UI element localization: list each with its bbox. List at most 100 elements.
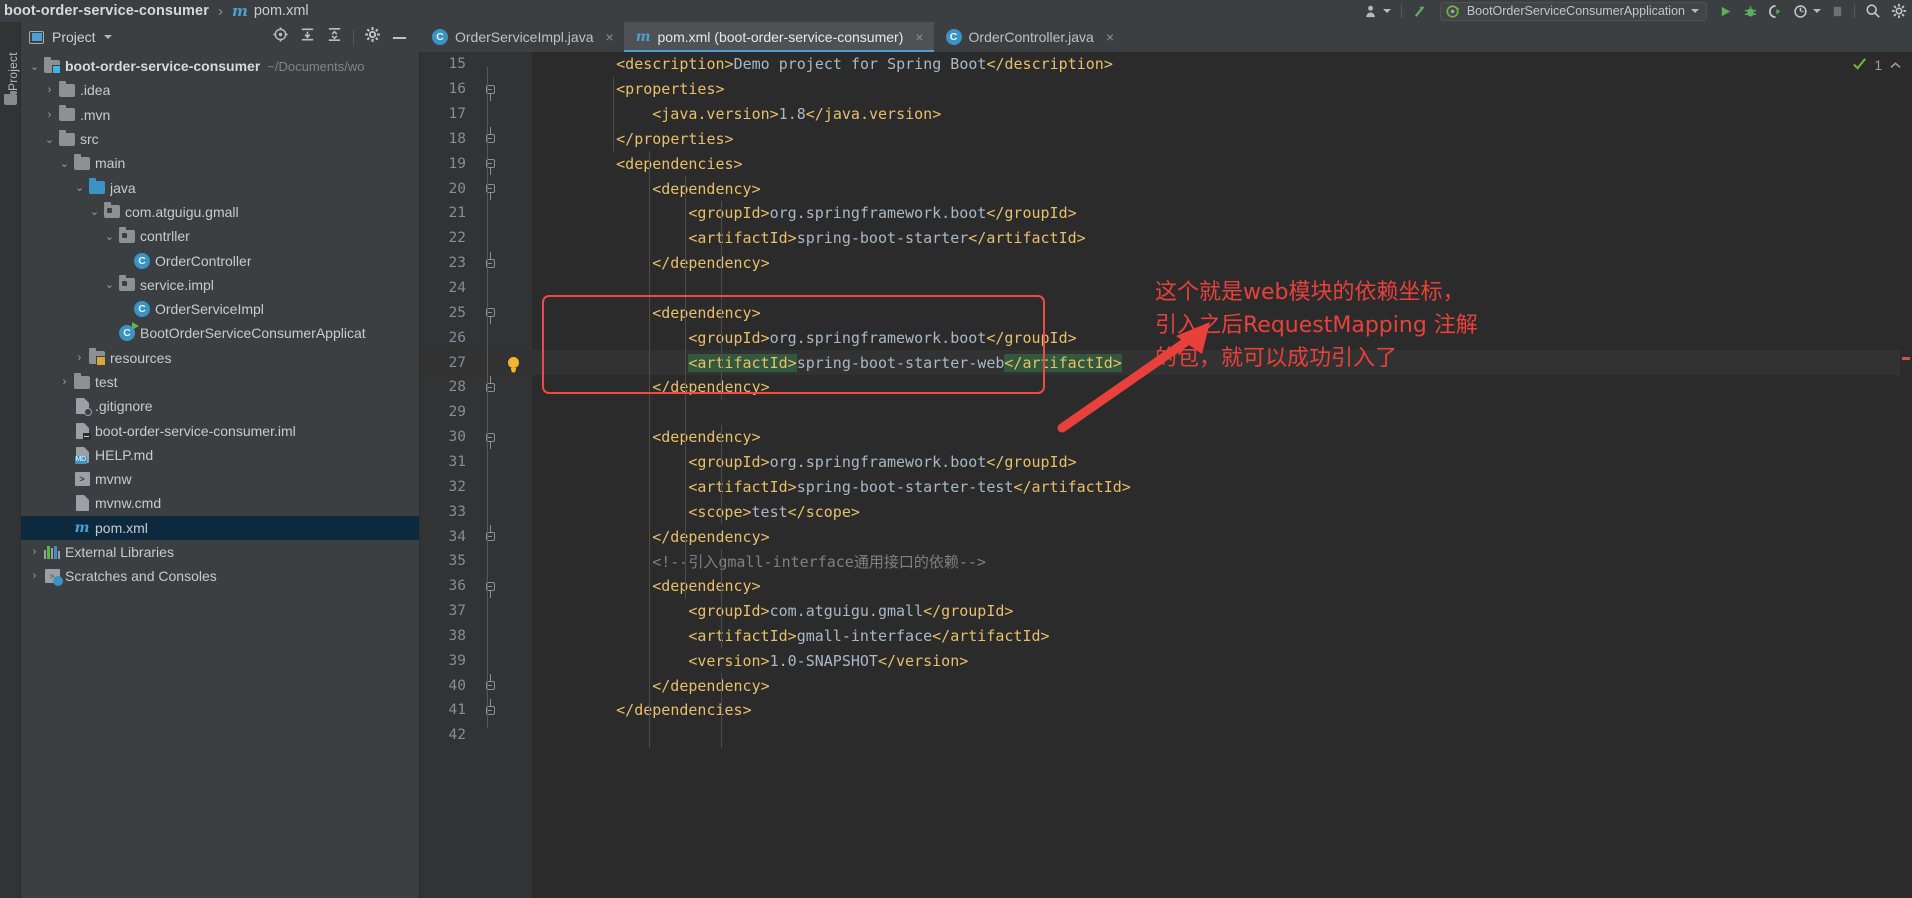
chevron-down-icon[interactable]: ⌄	[72, 181, 87, 194]
chevron-down-icon[interactable]	[1382, 9, 1391, 13]
structure-icon[interactable]	[4, 91, 17, 105]
tree-item-extlibs[interactable]: › External Libraries	[21, 540, 419, 564]
editor-tab-tab3[interactable]: C OrderController.java ×	[934, 22, 1124, 52]
code-fold-toggle[interactable]	[482, 698, 498, 723]
code-line[interactable]: <groupId> org.springframework.boot </group…	[688, 201, 1076, 226]
close-icon[interactable]: ×	[1106, 29, 1114, 45]
chevron-right-icon[interactable]: ›	[42, 109, 57, 121]
debug-bug-icon[interactable]	[1738, 0, 1763, 22]
code-fold-toggle[interactable]	[482, 151, 498, 176]
error-stripe-mark[interactable]	[1902, 357, 1910, 360]
code-fold-toggle[interactable]	[482, 425, 498, 450]
code-line[interactable]: <scope> test </scope>	[688, 499, 860, 524]
tree-item-scratches[interactable]: › > Scratches and Consoles	[21, 564, 419, 588]
code-line[interactable]: <artifactId> spring-boot-starter </artifac…	[688, 226, 1085, 251]
close-icon[interactable]: ×	[915, 29, 923, 45]
code-line[interactable]: <version> 1.0-SNAPSHOT </version>	[688, 648, 968, 673]
code-line[interactable]: <artifactId> spring-boot-starter-test </ar…	[688, 474, 1131, 499]
code-line[interactable]: <groupId> org.springframework.boot </group…	[688, 450, 1076, 475]
stop-icon[interactable]	[1826, 0, 1849, 22]
tree-item-resources[interactable]: › resources	[21, 346, 419, 370]
code-fold-toggle[interactable]	[482, 301, 498, 326]
tree-item-mvn[interactable]: › .mvn	[21, 103, 419, 127]
code-line[interactable]: <groupId> org.springframework.boot </group…	[688, 325, 1076, 350]
chevron-down-icon[interactable]: ⌄	[102, 230, 117, 243]
code-line[interactable]: </dependency>	[652, 524, 769, 549]
tree-item-pomxml[interactable]: m pom.xml	[21, 515, 419, 540]
chevron-down-icon[interactable]	[1691, 9, 1699, 13]
chevron-down-icon[interactable]: ⌄	[87, 205, 102, 218]
intention-bulb-icon[interactable]	[504, 350, 522, 375]
code-fold-toggle[interactable]	[482, 176, 498, 201]
tool-window-button-project[interactable]: Project	[6, 39, 20, 91]
editor-error-stripe[interactable]	[1900, 52, 1912, 898]
tree-item-iml[interactable]: boot-order-service-consumer.iml	[21, 418, 419, 442]
run-with-coverage-icon[interactable]	[1763, 0, 1788, 22]
tree-item-java[interactable]: ⌄ java	[21, 175, 419, 199]
inspection-widget[interactable]: 1	[1852, 56, 1902, 74]
code-fold-toggle[interactable]	[482, 524, 498, 549]
tree-item-ordercontroller[interactable]: C OrderController	[21, 248, 419, 272]
run-configuration-selector[interactable]: BootOrderServiceConsumerApplication	[1434, 0, 1713, 22]
tree-item-src[interactable]: ⌄ src	[21, 127, 419, 151]
tree-item-help[interactable]: MD HELP.md	[21, 443, 419, 467]
tree-item-root[interactable]: ⌄ boot-order-service-consumer ~/Documents/…	[21, 54, 419, 78]
update-arrow-icon[interactable]	[1407, 0, 1434, 22]
editor-tab-tab1[interactable]: C OrderServiceImpl.java ×	[420, 22, 624, 52]
tree-item-gitignore[interactable]: .gitignore	[21, 394, 419, 418]
code-line[interactable]: <dependency>	[652, 176, 760, 201]
code-fold-toggle[interactable]	[482, 127, 498, 152]
code-line[interactable]: <groupId> com.atguigu.gmall </groupId>	[688, 599, 1013, 624]
chevron-down-icon[interactable]: ⌄	[102, 278, 117, 291]
code-line[interactable]: <artifactId> spring-boot-starter-web </art…	[688, 350, 1122, 375]
breadcrumb-project[interactable]: boot-order-service-consumer	[4, 3, 209, 19]
settings-gear-icon[interactable]	[364, 26, 381, 48]
hide-panel-icon[interactable]	[391, 28, 408, 46]
project-tree[interactable]: ⌄ boot-order-service-consumer ~/Documents/…	[21, 52, 420, 898]
tree-item-bootapp[interactable]: C BootOrderServiceConsumerApplicat	[21, 321, 419, 345]
search-icon[interactable]	[1860, 0, 1886, 22]
chevron-down-icon[interactable]	[1813, 9, 1821, 13]
chevron-up-icon[interactable]	[1889, 58, 1902, 73]
tree-item-main[interactable]: ⌄ main	[21, 151, 419, 175]
chevron-down-icon[interactable]: ⌄	[27, 60, 42, 73]
tree-item-mvnwcmd[interactable]: mvnw.cmd	[21, 491, 419, 515]
code-line[interactable]: <dependency>	[652, 425, 760, 450]
profiler-icon[interactable]	[1788, 0, 1826, 22]
chevron-right-icon[interactable]: ›	[42, 84, 57, 96]
code-editor[interactable]: 15 <description> Demo project for Spring B…	[420, 52, 1912, 898]
collapse-all-icon[interactable]	[326, 26, 343, 48]
tree-item-mvnw[interactable]: > mvnw	[21, 467, 419, 491]
code-line[interactable]: <dependency>	[652, 574, 760, 599]
tree-item-pkg[interactable]: ⌄ com.atguigu.gmall	[21, 200, 419, 224]
chevron-right-icon[interactable]: ›	[27, 570, 42, 582]
code-line[interactable]: <description> Demo project for Spring Boo…	[616, 52, 1113, 77]
tree-item-idea[interactable]: › .idea	[21, 78, 419, 102]
tree-item-test[interactable]: › test	[21, 370, 419, 394]
code-line[interactable]: <java.version> 1.8 </java.version>	[652, 102, 941, 127]
chevron-right-icon[interactable]: ›	[72, 352, 87, 364]
run-play-icon[interactable]	[1713, 0, 1738, 22]
code-line[interactable]: </properties>	[616, 127, 733, 152]
editor-tab-tab2[interactable]: m pom.xml (boot-order-service-consumer) ×	[623, 22, 934, 52]
code-line[interactable]: </dependencies>	[616, 698, 751, 723]
breadcrumb-file[interactable]: pom.xml	[254, 3, 309, 19]
code-line[interactable]: </dependency>	[652, 673, 769, 698]
tree-item-serviceimplpkg[interactable]: ⌄ service.impl	[21, 273, 419, 297]
chevron-down-icon[interactable]: ⌄	[57, 157, 72, 170]
chevron-down-icon[interactable]	[103, 35, 112, 39]
code-line[interactable]: </dependency>	[652, 375, 769, 400]
code-line[interactable]: <!--引入gmall-interface通用接口的依赖-->	[652, 549, 986, 574]
chevron-right-icon[interactable]: ›	[57, 376, 72, 388]
code-line[interactable]: <artifactId> gmall-interface </artifactId>	[688, 624, 1049, 649]
code-fold-toggle[interactable]	[482, 77, 498, 102]
tree-item-orderserviceimpl[interactable]: C OrderServiceImpl	[21, 297, 419, 321]
code-fold-toggle[interactable]	[482, 251, 498, 276]
chevron-right-icon[interactable]: ›	[27, 546, 42, 558]
tree-item-contrller[interactable]: ⌄ contrller	[21, 224, 419, 248]
gear-icon[interactable]	[1886, 0, 1912, 22]
code-fold-toggle[interactable]	[482, 673, 498, 698]
run-config-box[interactable]: BootOrderServiceConsumerApplication	[1439, 1, 1707, 21]
code-line[interactable]: <dependencies>	[616, 151, 742, 176]
code-line[interactable]: <properties>	[616, 77, 724, 102]
